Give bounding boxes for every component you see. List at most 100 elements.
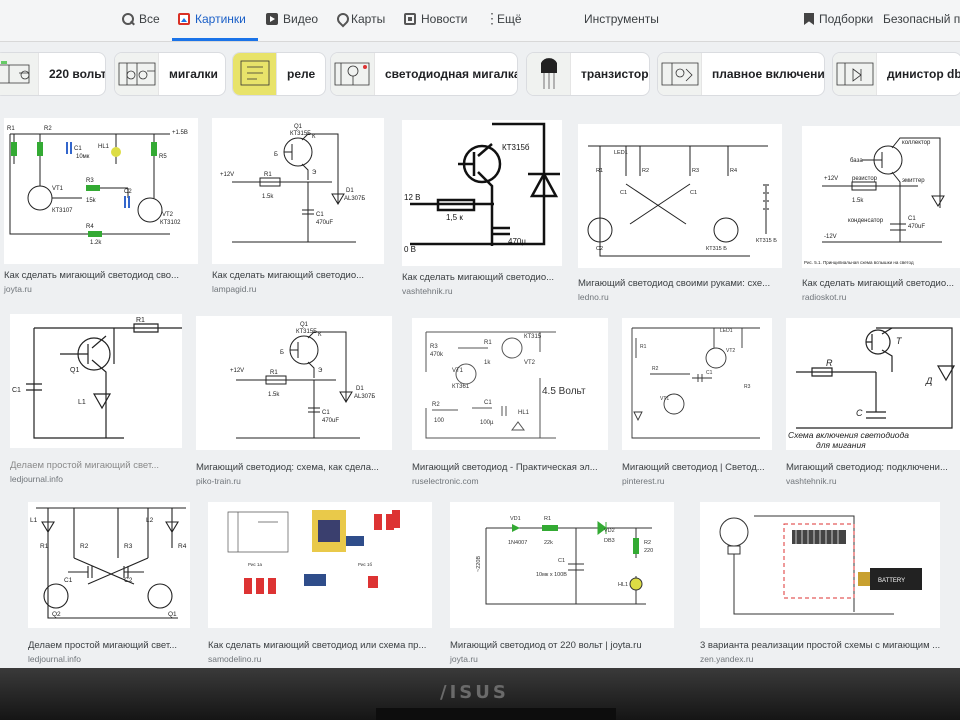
tab-all[interactable]: Все: [122, 12, 160, 26]
label-kt3107: КТ3107: [52, 208, 73, 214]
label-vt2: VT2: [726, 348, 735, 354]
result-thumbnail[interactable]: LED1 R1 R2 R3 VT1 VT2 C1: [622, 318, 772, 450]
label-kt315b: КТ315б: [502, 143, 530, 152]
label-r1: R1: [484, 340, 492, 346]
chip-migalki[interactable]: мигалки: [114, 52, 226, 96]
image-result[interactable]: Q1 КТ315Б +12V R1 1.5k C1 470uF D1 AL307…: [196, 316, 392, 488]
label-r3: R3: [86, 178, 94, 184]
label-12v: 12 В: [404, 193, 420, 202]
tools-button[interactable]: Инструменты: [584, 12, 659, 26]
image-result[interactable]: R3 470k R1 1k КТ315 VT1 КТ361 VT2 R2 100…: [412, 318, 608, 490]
label-emitter: эмиттер: [902, 178, 925, 184]
tab-video[interactable]: Видео: [266, 12, 318, 26]
result-thumbnail[interactable]: T R C Д Схема включения светодиода для м…: [786, 318, 960, 450]
result-source[interactable]: samodelino.ru: [208, 654, 261, 664]
label-r1: R1: [640, 344, 647, 350]
result-thumbnail[interactable]: R1 Q1 C1 L1: [10, 314, 182, 448]
label-capacitor: конденсатор: [848, 218, 884, 224]
search-tabs-bar: Все Картинки Видео Карты Новости Ещё Инс…: [0, 0, 960, 42]
result-caption[interactable]: Делаем простой мигающий свет...: [28, 640, 190, 651]
result-caption[interactable]: Мигающий светодиод своими руками: схе...: [578, 278, 782, 289]
label-supply: +1.5В: [172, 130, 188, 136]
result-source[interactable]: zen.yandex.ru: [700, 654, 753, 664]
result-caption[interactable]: Мигающий светодиод от 220 вольт | joyta.…: [450, 640, 674, 651]
tab-news[interactable]: Новости: [404, 12, 467, 26]
result-thumbnail[interactable]: VD1 1N4007 R1 22k VD2 DB3 C1 10мк x 100В…: [450, 502, 674, 628]
image-result[interactable]: T R C Д Схема включения светодиода для м…: [786, 318, 960, 490]
image-result[interactable]: R1 R2 R5 R3 R4 C1 C2 HL1 VT1 VT2 +1.5В К…: [4, 118, 198, 298]
result-caption[interactable]: Как сделать мигающий светодиод или схема…: [208, 640, 432, 651]
safe-search-button[interactable]: Безопасный пои: [883, 12, 960, 26]
result-thumbnail[interactable]: Q1 КТ315Б +12V R1 1.5k C1 470uF D1 AL307…: [196, 316, 392, 450]
label-collector: коллектор: [902, 140, 931, 146]
result-thumbnail[interactable]: LED1 R1 R2 R3 R4 C1 C2 КТ315 Б КТ315 Б C…: [578, 124, 782, 268]
label-r2: R2: [432, 402, 440, 408]
label-k: К: [318, 332, 322, 338]
image-result[interactable]: LED1 R1 R2 R3 VT1 VT2 C1 Мигающий светод…: [622, 318, 772, 490]
image-result[interactable]: LED1 R1 R2 R3 R4 C1 C2 КТ315 Б КТ315 Б C…: [578, 124, 782, 304]
label-vd1: VD1: [510, 516, 521, 522]
chip-svetodiodnaya-migalka[interactable]: светодиодная мигалка: [330, 52, 518, 96]
label-c1: C1: [322, 410, 330, 416]
circuit-diagram: L1 L2 R1 R2 R3 R4 C1 C2 Q1 Q2: [30, 507, 187, 619]
result-source[interactable]: radioskot.ru: [802, 292, 846, 302]
circuit-diagram: R3 470k R1 1k КТ315 VT1 КТ361 VT2 R2 100…: [425, 331, 586, 439]
image-result[interactable]: база коллектор эмиттер резистор конденса…: [802, 126, 960, 306]
image-result[interactable]: Рис 1а Рис 1б Как сделать мигающий свето…: [208, 502, 432, 668]
label-10mk-100v: 10мк x 100В: [536, 572, 567, 578]
result-source[interactable]: vashtehnik.ru: [786, 476, 837, 486]
image-result[interactable]: КТ315б 12 В 1,5 к 470µ 0 В Как сделать м…: [402, 120, 562, 300]
result-caption[interactable]: Мигающий светодиод: схема, как сдела...: [196, 462, 392, 473]
result-thumbnail[interactable]: R3 470k R1 1k КТ315 VT1 КТ361 VT2 R2 100…: [412, 318, 608, 450]
image-result[interactable]: R1 Q1 C1 L1 Делаем простой мигающий свет…: [10, 314, 182, 486]
label-220v: ~220В: [476, 556, 482, 572]
result-source[interactable]: ledjournal.info: [10, 474, 63, 484]
chip-tranzistor[interactable]: транзистор: [526, 52, 650, 96]
chip-thumbnail: [0, 53, 39, 95]
collections-button[interactable]: Подборки: [804, 12, 873, 26]
result-source[interactable]: ledno.ru: [578, 292, 609, 302]
result-source[interactable]: lampagid.ru: [212, 284, 256, 294]
image-result[interactable]: BATTERY 3 варианта реализации простой сх…: [700, 502, 940, 668]
result-source[interactable]: ruselectronic.com: [412, 476, 479, 486]
result-caption[interactable]: Делаем простой мигающий свет...: [10, 460, 182, 471]
circuit-diagram: LED1 R1 R2 R3 VT1 VT2 C1: [631, 327, 760, 439]
label-kt361: КТ361: [452, 384, 470, 390]
label-470k: 470k: [430, 352, 444, 358]
tab-maps[interactable]: Карты: [336, 12, 385, 26]
result-thumbnail[interactable]: BATTERY: [700, 502, 940, 628]
result-thumbnail[interactable]: КТ315б 12 В 1,5 к 470µ 0 В: [402, 120, 562, 266]
chip-dinistor-db3[interactable]: динистор db3: [832, 52, 960, 96]
result-source[interactable]: joyta.ru: [450, 654, 478, 664]
chip-rele[interactable]: реле: [232, 52, 326, 96]
result-source[interactable]: pinterest.ru: [622, 476, 665, 486]
result-source[interactable]: piko-train.ru: [196, 476, 241, 486]
result-source[interactable]: ledjournal.info: [28, 654, 81, 664]
label-100u: 100µ: [480, 420, 494, 426]
result-caption[interactable]: 3 варианта реализации простой схемы с ми…: [700, 640, 940, 651]
label-c1: C1: [908, 216, 916, 222]
result-caption[interactable]: Мигающий светодиод | Светод...: [622, 462, 772, 473]
chip-plavnoe-vklyuchenie[interactable]: плавное включение: [657, 52, 825, 96]
tab-images[interactable]: Картинки: [178, 12, 246, 26]
chip-220-volt[interactable]: 220 вольт: [0, 52, 106, 96]
result-thumbnail[interactable]: Рис 1а Рис 1б: [208, 502, 432, 628]
result-caption[interactable]: Мигающий светодиод - Практическая эл...: [412, 462, 608, 473]
result-caption[interactable]: Как сделать мигающий светодио...: [402, 272, 562, 283]
result-thumbnail[interactable]: R1 R2 R5 R3 R4 C1 C2 HL1 VT1 VT2 +1.5В К…: [4, 118, 198, 264]
result-thumbnail[interactable]: база коллектор эмиттер резистор конденса…: [802, 126, 960, 268]
result-caption[interactable]: Как сделать мигающий светодиод сво...: [4, 270, 198, 281]
image-result[interactable]: Q1 КТ315Б +12V R1 1.5k C1 470uF D1 AL307…: [212, 118, 384, 298]
image-result[interactable]: L1 L2 R1 R2 R3 R4 C1 C2 Q1 Q2 Делаем про…: [28, 502, 190, 668]
result-caption[interactable]: Как сделать мигающий светодио...: [212, 270, 384, 281]
result-thumbnail[interactable]: L1 L2 R1 R2 R3 R4 C1 C2 Q1 Q2: [28, 502, 190, 628]
tab-more[interactable]: Ещё: [484, 10, 522, 27]
circuit-diagram: R1 R2 R5 R3 R4 C1 C2 HL1 VT1 VT2 +1.5В К…: [7, 126, 188, 246]
result-thumbnail[interactable]: Q1 КТ315Б +12V R1 1.5k C1 470uF D1 AL307…: [212, 118, 384, 264]
label-c1: C1: [706, 370, 713, 376]
result-caption[interactable]: Мигающий светодиод: подключени...: [786, 462, 960, 473]
result-source[interactable]: vashtehnik.ru: [402, 286, 453, 296]
image-result[interactable]: VD1 1N4007 R1 22k VD2 DB3 C1 10мк x 100В…: [450, 502, 674, 668]
result-caption[interactable]: Как сделать мигающий светодио...: [802, 278, 960, 289]
result-source[interactable]: joyta.ru: [4, 284, 32, 294]
